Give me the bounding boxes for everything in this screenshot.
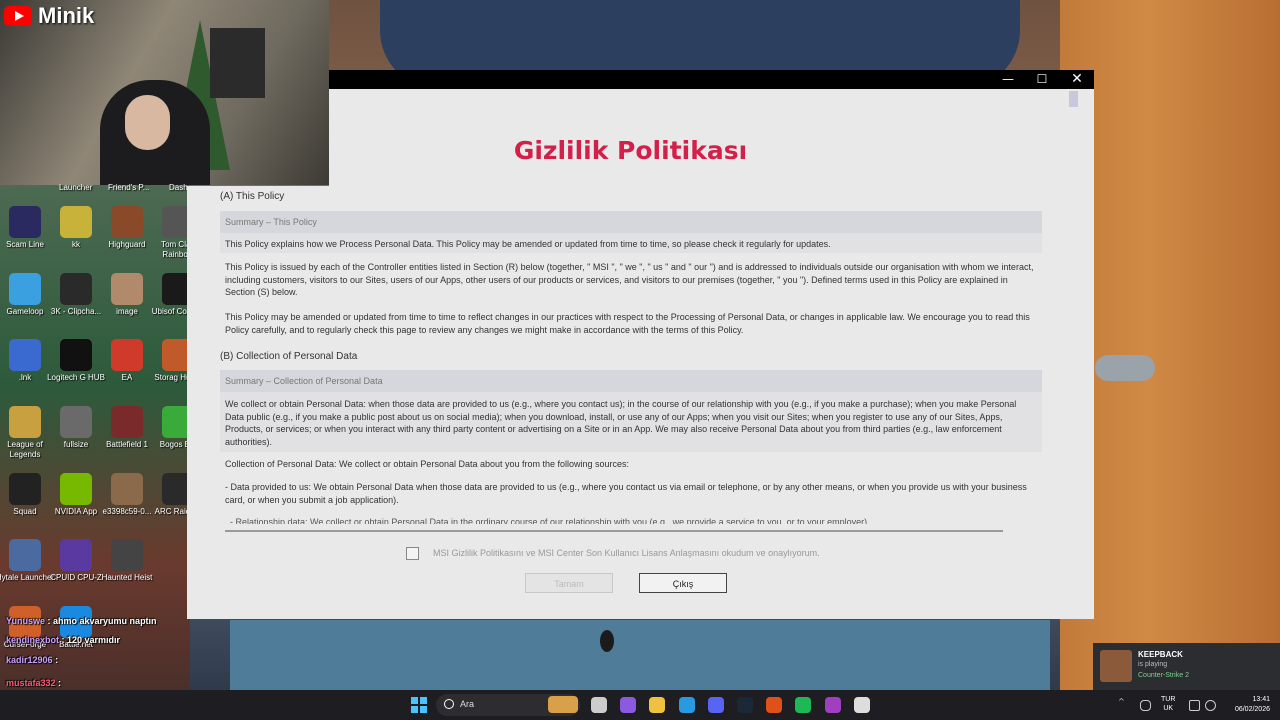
app-icon [111,206,143,238]
ok-button[interactable]: Tamam [525,573,613,593]
chat-text: : [55,655,59,665]
section-heading-b: (B) Collection of Personal Data [220,351,358,362]
chat-username: kendinexbot [6,635,60,645]
app-icon [9,206,41,238]
app-icon [9,339,41,371]
spotify-icon[interactable] [795,697,812,713]
chat-message: mustafa332 : [6,678,61,688]
app-purple-icon[interactable] [824,697,841,713]
clock[interactable]: 13:41 06/02/2026 [1224,695,1270,715]
agree-checkbox[interactable] [406,547,419,560]
paragraph: Collection of Personal Data: We collect … [225,459,630,469]
webcam-overlay: Minik [0,0,329,185]
app-icon [60,473,92,505]
app-icon [60,339,92,371]
microphone-icon[interactable] [1140,700,1151,711]
notification-game: Counter-Strike 2 [1138,672,1189,679]
app-icon [60,273,92,305]
language-code: TUR [1161,696,1176,703]
volume-icon[interactable] [1205,700,1216,711]
summary-bar-a: Summary – This Policy [220,211,1042,233]
app-icon [60,206,92,238]
maximize-button[interactable]: ☐ [1025,70,1059,89]
webcam-jersey [210,28,265,98]
brave-icon[interactable] [766,697,783,713]
window-titlebar[interactable]: — ☐ ✕ [329,70,1094,89]
chat-message: Yunuswe : ahmo akvaryumu naptın [6,616,157,626]
page-title: Gizlilik Politikası [513,136,748,165]
section-heading-a: (A) This Policy [220,191,285,202]
desktop-icon-label: Dash [169,183,188,192]
chrome-icon[interactable] [853,697,870,713]
paragraph: This Policy explains how we Process Pers… [225,239,831,249]
discord-icon[interactable] [707,697,724,713]
content-divider [225,530,1003,532]
app-icon [9,539,41,571]
search-icon [444,699,454,709]
wallpaper-door-knob [1095,355,1155,381]
app-icon [111,339,143,371]
file-explorer-icon[interactable] [649,697,666,713]
edge-icon[interactable] [678,697,695,713]
search-highlight-icon [548,696,578,713]
app-icon [9,406,41,438]
notification-name: KEEPBACK [1138,650,1183,659]
copilot-icon[interactable] [620,697,637,713]
paragraph: - Data provided to us: We obtain Persona… [225,482,1027,505]
chat-username: mustafa332 [6,678,56,688]
notification-status: is playing [1138,661,1168,668]
paragraph: This Policy is issued by each of the Con… [225,262,1034,297]
app-icon [111,273,143,305]
close-button[interactable]: ✕ [1060,70,1094,89]
app-icon [60,539,92,571]
app-icon [60,406,92,438]
search-placeholder: Ara [460,699,475,709]
app-icon [9,273,41,305]
task-view-icon[interactable] [591,697,607,713]
chat-message: kadir12906 : [6,655,58,665]
clock-date: 06/02/2026 [1234,706,1270,713]
app-icon [111,473,143,505]
youtube-icon [4,6,32,26]
chat-username: Yunuswe [6,616,46,626]
network-icon[interactable] [1189,700,1200,711]
app-icon [9,473,41,505]
chat-text: : [58,678,62,688]
avatar [1100,650,1132,682]
language-indicator[interactable]: TUR UK [1161,695,1175,713]
chat-text: : ahmo akvaryumu naptın [47,616,157,626]
wallpaper-character-eye [600,630,614,652]
chat-username: kadir12906 [6,655,53,665]
chat-message: kendinexbot : 120 varmıdır [6,635,120,645]
wallpaper-character-face [230,620,1050,690]
agree-label: MSI Gizlilik Politikasını ve MSI Center … [433,548,820,558]
paragraph: We collect or obtain Personal Data: when… [225,399,1017,447]
scrollbar-thumb[interactable] [1069,91,1078,107]
windows-start-icon[interactable] [411,697,427,713]
chat-text: : 120 varmıdır [61,635,121,645]
clock-time: 13:41 [1252,696,1270,703]
desktop-icon-label: Haunted Heist [101,573,153,582]
taskbar [0,690,1280,720]
chevron-up-icon[interactable]: ^ [1118,697,1127,706]
channel-badge: Minik [4,3,94,29]
app-icon [111,539,143,571]
paragraph: This Policy may be amended or updated fr… [225,312,1030,335]
steam-icon[interactable] [737,697,753,713]
app-icon [111,406,143,438]
keyboard-layout: UK [1163,705,1174,712]
desktop-icon-label: Friend's P... [108,183,150,192]
minimize-button[interactable]: — [991,70,1025,89]
summary-bar-b: Summary – Collection of Personal Data [220,370,1042,392]
desktop-icon[interactable]: Haunted Heist [94,539,160,583]
webcam-streamer-face [125,95,170,150]
channel-name: Minik [38,3,95,28]
exit-button[interactable]: Çıkış [639,573,727,593]
paragraph-clipped: - Relationship data: We collect or obtai… [230,517,870,524]
desktop-icon-label: Launcher [59,183,93,192]
